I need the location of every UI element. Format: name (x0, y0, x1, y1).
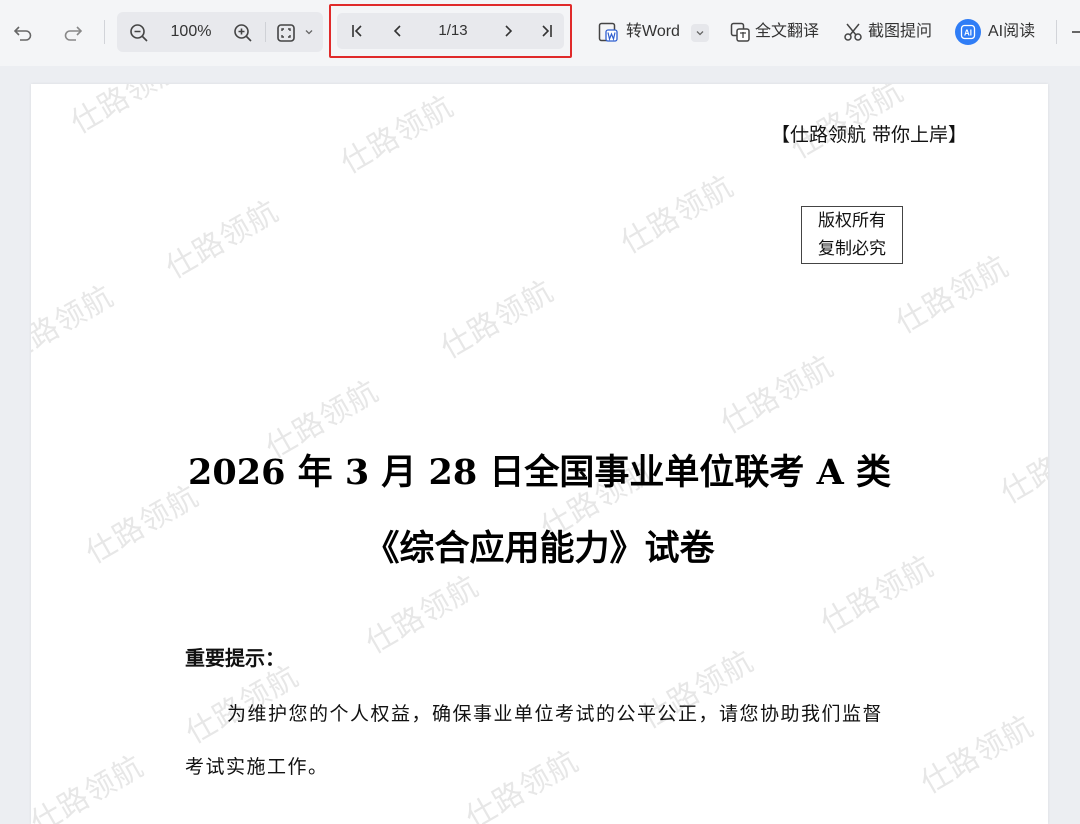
watermark: 仕路领航 (460, 743, 585, 824)
toolbar-divider (1056, 20, 1057, 44)
watermark: 仕路领航 (615, 168, 740, 262)
translate-icon (730, 22, 750, 42)
toolbar-divider (104, 20, 105, 44)
toolbar: 100% 1/13 转Word 全文翻译 截图提问 AI AI阅读 (0, 0, 1080, 66)
undo-icon (13, 26, 32, 41)
notice-heading: 重要提示： (185, 646, 285, 670)
watermark: 仕路领航 (435, 273, 560, 367)
notice-paragraph-line: 考试实施工作。 (185, 756, 329, 778)
watermark: 仕路领航 (31, 748, 150, 824)
copyright-line: 复制必究 (818, 239, 886, 259)
chevron-down-icon (696, 31, 704, 36)
page-indicator[interactable]: 1/13 (423, 13, 483, 49)
ai-read-icon-wrap[interactable]: AI (955, 19, 981, 45)
prev-page-icon (393, 25, 401, 37)
word-icon-wrap[interactable] (596, 20, 620, 44)
fit-page-icon (277, 24, 295, 42)
zoom-in-icon (234, 24, 252, 42)
watermark: 仕路领航 (335, 88, 460, 182)
zoom-divider (265, 22, 266, 42)
zoom-out-button[interactable] (126, 20, 152, 46)
first-page-button[interactable] (347, 20, 369, 42)
header-slogan: 【仕路领航 带你上岸】 (771, 124, 968, 146)
ai-icon: AI (960, 24, 976, 40)
watermark: 仕路领航 (360, 568, 485, 662)
redo-button[interactable] (60, 20, 86, 46)
redo-icon (64, 26, 83, 41)
word-options-dropdown[interactable] (691, 24, 709, 42)
scissors-icon (844, 23, 862, 41)
next-page-icon (505, 25, 513, 37)
document-page: 仕路领航 仕路领航 仕路领航 仕路领航 仕路领航 仕路领航 仕路领航 仕路领航 … (31, 84, 1048, 824)
next-page-button[interactable] (497, 20, 519, 42)
watermark: 仕路领航 (31, 278, 120, 372)
translate-button[interactable]: 全文翻译 (755, 12, 819, 52)
page-navigation: 1/13 (337, 13, 564, 49)
ai-read-button[interactable]: AI阅读 (988, 12, 1035, 52)
first-page-icon (352, 25, 362, 37)
convert-word-button[interactable]: 转Word (626, 12, 680, 52)
last-page-icon (542, 25, 552, 37)
fit-mode-dropdown[interactable] (301, 24, 317, 40)
watermark: 仕路领航 (915, 708, 1040, 802)
watermark: 仕路领航 (890, 248, 1015, 342)
notice-paragraph-line: 为维护您的个人权益，确保事业单位考试的公平公正，请您协助我们监督 (227, 703, 884, 725)
translate-icon-wrap[interactable] (728, 20, 752, 44)
zoom-out-icon (130, 24, 148, 42)
watermark: 仕路领航 (160, 193, 285, 287)
more-menu-icon[interactable] (1072, 31, 1080, 33)
scissors-icon-wrap[interactable] (841, 20, 865, 44)
prev-page-button[interactable] (387, 20, 409, 42)
watermark: 仕路领航 (715, 348, 840, 442)
screenshot-ask-button[interactable]: 截图提问 (868, 12, 932, 52)
fit-page-button[interactable] (273, 20, 299, 46)
watermark: 仕路领航 (65, 84, 190, 142)
copyright-box: 版权所有 复制必究 (801, 206, 903, 264)
page-navigation-highlight: 1/13 (329, 4, 572, 58)
word-icon (598, 22, 618, 42)
undo-button[interactable] (10, 20, 36, 46)
copyright-line: 版权所有 (818, 211, 886, 231)
zoom-level[interactable]: 100% (160, 12, 222, 52)
exam-title: 2026 年 3 月 28 日全国事业单位联考 A 类 (188, 452, 891, 493)
svg-text:AI: AI (964, 29, 972, 38)
chevron-down-icon (305, 30, 313, 35)
last-page-button[interactable] (535, 20, 557, 42)
zoom-in-button[interactable] (230, 20, 256, 46)
exam-subtitle: 《综合应用能力》试卷 (364, 528, 715, 569)
